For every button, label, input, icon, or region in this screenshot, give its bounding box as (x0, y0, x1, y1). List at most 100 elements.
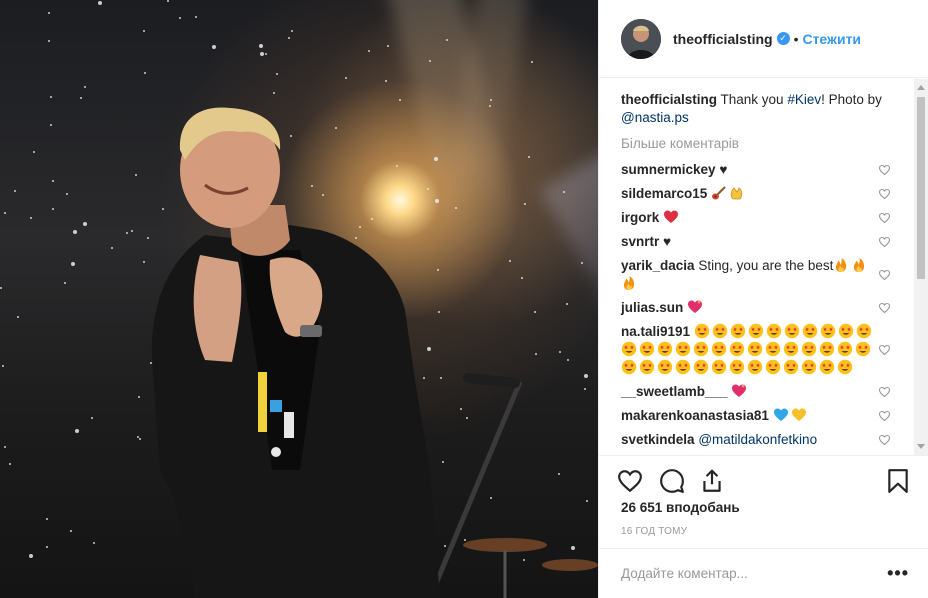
comment-item: makarenkoanastasia81 (621, 404, 907, 428)
yellow-heart-emoji-icon (791, 408, 809, 423)
avatar-image (621, 18, 661, 59)
comment-item: sildemarco15 (621, 182, 907, 206)
comment-text: Sting, you are the best (698, 258, 834, 273)
star-struck-emoji-icon (801, 359, 819, 375)
comment-username[interactable]: __sweetlamb___ (621, 384, 728, 399)
like-comment-icon[interactable] (878, 386, 891, 398)
post-timestamp[interactable]: 16 ГОД ТОМУ (621, 526, 687, 537)
like-comment-icon[interactable] (878, 212, 891, 224)
star-struck-emoji-icon (765, 341, 783, 357)
sparkling-heart-emoji-icon (687, 300, 705, 315)
like-comment-icon[interactable] (878, 236, 891, 248)
star-struck-emoji-icon (693, 359, 711, 375)
mention-link[interactable]: @nastia.ps (621, 110, 689, 125)
star-struck-emoji-icon (783, 359, 801, 375)
header-username[interactable]: theofficialsting (673, 31, 773, 47)
comments-scrollbar[interactable] (914, 79, 928, 455)
star-struck-emoji-icon (712, 323, 730, 339)
scroll-down-icon[interactable] (917, 444, 925, 449)
star-struck-emoji-icon (819, 341, 837, 357)
star-struck-emoji-icon (639, 359, 657, 375)
caption-text: Thank you (720, 92, 788, 107)
comment-item: svnrtr ♥ (621, 230, 907, 254)
comment-username[interactable]: sumnermickey (621, 162, 716, 177)
comment-item: __sweetlamb___ (621, 380, 907, 404)
clap-emoji-icon (729, 186, 747, 201)
comment-item: yarik_dacia Sting, you are the best (621, 254, 907, 296)
comment-username[interactable]: na.tali9191 (621, 324, 690, 339)
star-struck-emoji-icon (621, 359, 639, 375)
star-struck-emoji-icon (729, 341, 747, 357)
comment-item: sumnermickey ♥ (621, 158, 907, 182)
likes-count[interactable]: 26 651 вподобань (621, 500, 740, 515)
comment-text: ♥ (663, 234, 672, 249)
comment-username[interactable]: svnrtr (621, 234, 659, 249)
star-struck-emoji-icon (675, 359, 693, 375)
star-struck-emoji-icon (837, 341, 855, 357)
fire-emoji-icon (621, 276, 639, 291)
comment-rows: sumnermickey ♥ sildemarco15 irgork svnrtr… (621, 158, 907, 452)
post-photo[interactable] (0, 0, 598, 598)
post-side-panel: theofficialsting ✓ • Стежити theofficial… (598, 0, 928, 598)
bookmark-icon[interactable] (885, 468, 911, 494)
comment-item: irgork (621, 206, 907, 230)
verified-badge-icon: ✓ (776, 32, 790, 45)
follow-button[interactable]: Стежити (802, 31, 861, 47)
load-more-comments-button[interactable]: Більше коментарів (621, 136, 907, 151)
fire-emoji-icon (851, 258, 869, 273)
star-struck-emoji-icon (711, 341, 729, 357)
mention-link[interactable]: @matildakonfetkino (698, 432, 817, 447)
post-header: theofficialsting ✓ • Стежити (599, 0, 928, 78)
comment-username[interactable]: sildemarco15 (621, 186, 707, 201)
comment-username[interactable]: yarik_dacia (621, 258, 695, 273)
star-struck-emoji-icon (730, 323, 748, 339)
like-comment-icon[interactable] (878, 269, 891, 281)
star-struck-emoji-icon (820, 323, 838, 339)
star-struck-emoji-icon (837, 359, 855, 375)
comment-item: na.tali9191 (621, 320, 907, 380)
caption-username[interactable]: theofficialsting (621, 92, 717, 107)
more-options-button[interactable]: ••• (887, 563, 909, 584)
comment-username[interactable]: svetkindela (621, 432, 695, 447)
like-comment-icon[interactable] (878, 410, 891, 422)
post-caption: theofficialsting Thank you #Kiev! Photo … (621, 91, 907, 127)
scroll-up-icon[interactable] (917, 85, 925, 90)
star-struck-emoji-icon (766, 323, 784, 339)
separator-dot: • (793, 30, 799, 47)
star-struck-emoji-icon (784, 323, 802, 339)
like-comment-icon[interactable] (878, 188, 891, 200)
add-comment-bar: ••• (599, 548, 928, 598)
star-struck-emoji-icon (639, 341, 657, 357)
comment-username[interactable]: makarenkoanastasia81 (621, 408, 769, 423)
comment-username[interactable]: irgork (621, 210, 659, 225)
hashtag-link[interactable]: #Kiev (787, 92, 821, 107)
star-struck-emoji-icon (747, 341, 765, 357)
star-struck-emoji-icon (729, 359, 747, 375)
like-comment-icon[interactable] (878, 344, 891, 356)
comment-input[interactable] (621, 566, 888, 581)
comments-list[interactable]: theofficialsting Thank you #Kiev! Photo … (599, 79, 928, 455)
scrollbar-thumb[interactable] (917, 97, 925, 279)
star-struck-emoji-icon (801, 341, 819, 357)
instagram-post: theofficialsting ✓ • Стежити theofficial… (0, 0, 928, 598)
comment-username[interactable]: julias.sun (621, 300, 683, 315)
avatar[interactable] (621, 18, 661, 59)
star-struck-emoji-icon (657, 341, 675, 357)
star-struck-emoji-icon (856, 323, 874, 339)
caption-text: ! Photo by (821, 92, 882, 107)
star-struck-emoji-icon (783, 341, 801, 357)
star-struck-emoji-icon (747, 359, 765, 375)
like-comment-icon[interactable] (878, 434, 891, 446)
like-comment-icon[interactable] (878, 302, 891, 314)
comment-icon[interactable] (659, 468, 685, 494)
star-struck-emoji-icon (765, 359, 783, 375)
star-struck-emoji-icon (621, 341, 639, 357)
like-comment-icon[interactable] (878, 164, 891, 176)
star-struck-emoji-icon (802, 323, 820, 339)
post-actions (599, 455, 928, 503)
heart-icon[interactable] (617, 468, 643, 494)
share-icon[interactable] (699, 468, 725, 494)
blue-heart-emoji-icon (773, 408, 791, 423)
star-struck-emoji-icon (675, 341, 693, 357)
star-struck-emoji-icon (838, 323, 856, 339)
